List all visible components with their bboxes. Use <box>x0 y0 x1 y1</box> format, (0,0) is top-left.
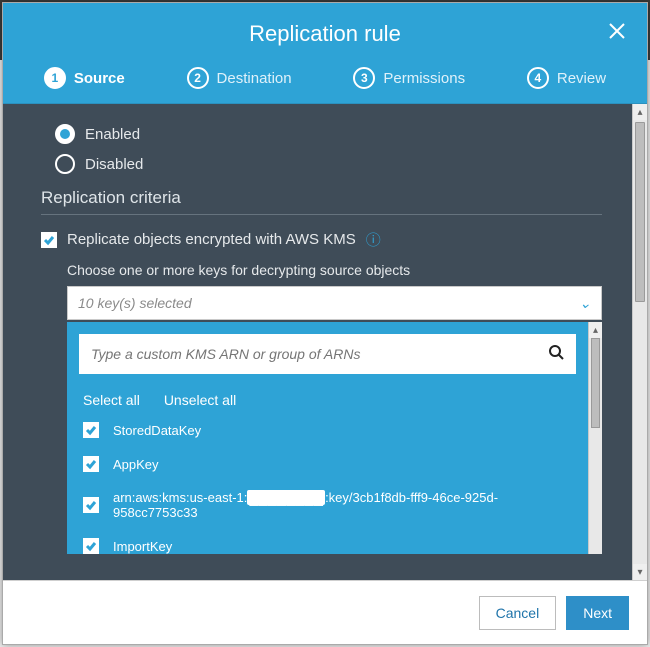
select-all-link[interactable]: Select all <box>83 392 140 408</box>
body-scrollbar[interactable]: ▴ ▾ <box>632 104 647 580</box>
modal-header: Replication rule 1 Source 2 Destination … <box>3 3 647 103</box>
step-destination[interactable]: 2 Destination <box>187 67 292 89</box>
modal-body: Enabled Disabled Replication criteria Re… <box>3 103 647 580</box>
radio-icon <box>55 154 75 174</box>
scroll-up-icon[interactable]: ▴ <box>589 322 602 338</box>
step-review[interactable]: 4 Review <box>527 67 606 89</box>
step-label: Permissions <box>383 70 465 87</box>
status-disabled-radio[interactable]: Disabled <box>55 154 602 174</box>
step-number: 3 <box>353 67 375 89</box>
checkbox-icon <box>83 497 99 513</box>
radio-icon <box>55 124 75 144</box>
step-number: 1 <box>44 67 66 89</box>
kms-arn-search[interactable] <box>79 334 576 374</box>
radio-label: Disabled <box>85 156 143 173</box>
key-label: AppKey <box>113 457 159 472</box>
scroll-up-icon[interactable]: ▴ <box>633 104 647 120</box>
key-label: StoredDataKey <box>113 423 201 438</box>
search-icon[interactable] <box>548 344 564 365</box>
key-label: arn:aws:kms:us-east-1:████████:key/3cb1f… <box>113 490 572 520</box>
checkbox-label: Replicate objects encrypted with AWS KMS <box>67 231 356 248</box>
wizard-steps: 1 Source 2 Destination 3 Permissions 4 R… <box>3 61 647 103</box>
checkbox-icon <box>83 456 99 472</box>
close-icon <box>607 21 627 41</box>
checkbox-icon <box>83 422 99 438</box>
checkbox-icon <box>41 232 57 248</box>
step-label: Source <box>74 70 125 87</box>
key-label: ImportKey <box>113 539 172 554</box>
select-actions: Select all Unselect all <box>83 392 572 408</box>
list-item[interactable]: ImportKey <box>83 538 572 554</box>
cancel-button[interactable]: Cancel <box>479 596 557 630</box>
list-item[interactable]: arn:aws:kms:us-east-1:████████:key/3cb1f… <box>83 490 572 520</box>
modal-title: Replication rule <box>3 21 647 47</box>
checkbox-icon <box>83 538 99 554</box>
info-icon[interactable]: ⓘ <box>366 229 381 250</box>
step-permissions[interactable]: 3 Permissions <box>353 67 465 89</box>
scrollbar-thumb[interactable] <box>635 122 645 302</box>
dropdown-scrollbar[interactable]: ▴ <box>588 322 602 554</box>
replication-rule-modal: Replication rule 1 Source 2 Destination … <box>2 2 648 645</box>
list-item[interactable]: StoredDataKey <box>83 422 572 438</box>
list-item[interactable]: AppKey <box>83 456 572 472</box>
step-number: 2 <box>187 67 209 89</box>
choose-keys-label: Choose one or more keys for decrypting s… <box>67 262 602 278</box>
step-number: 4 <box>527 67 549 89</box>
radio-label: Enabled <box>85 126 140 143</box>
step-source[interactable]: 1 Source <box>44 67 125 89</box>
scrollbar-thumb[interactable] <box>591 338 600 428</box>
unselect-all-link[interactable]: Unselect all <box>164 392 236 408</box>
close-button[interactable] <box>603 17 631 45</box>
keys-select[interactable]: 10 key(s) selected ⌄ <box>67 286 602 320</box>
modal-footer: Cancel Next <box>3 580 647 644</box>
status-enabled-radio[interactable]: Enabled <box>55 124 602 144</box>
kms-checkbox-row[interactable]: Replicate objects encrypted with AWS KMS… <box>41 229 602 250</box>
chevron-down-icon: ⌄ <box>579 295 591 312</box>
kms-arn-input[interactable] <box>91 346 538 362</box>
step-label: Review <box>557 70 606 87</box>
divider <box>41 214 602 215</box>
select-summary: 10 key(s) selected <box>78 295 192 311</box>
next-button[interactable]: Next <box>566 596 629 630</box>
section-title: Replication criteria <box>41 188 602 208</box>
keys-dropdown-panel: Select all Unselect all StoredDataKey Ap… <box>67 322 602 554</box>
step-label: Destination <box>217 70 292 87</box>
scroll-down-icon[interactable]: ▾ <box>633 564 647 580</box>
